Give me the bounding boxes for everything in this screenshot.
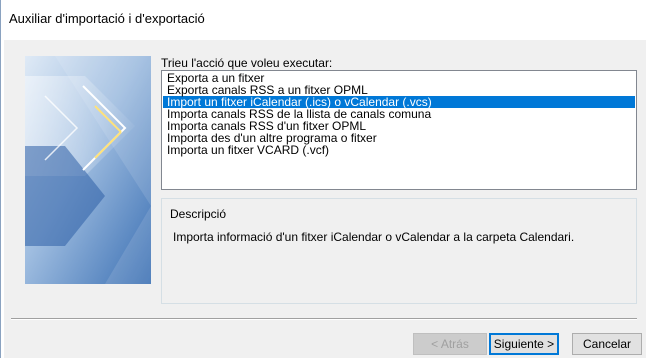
cancel-button[interactable]: Cancelar bbox=[572, 333, 642, 355]
description-title: Descripció bbox=[170, 207, 227, 221]
list-item[interactable]: Importa un fitxer VCARD (.vcf) bbox=[163, 144, 635, 156]
window-left-edge bbox=[1, 0, 4, 358]
wizard-graphic bbox=[25, 56, 151, 284]
description-group: Descripció Importa informació d'un fitxe… bbox=[161, 198, 637, 304]
title-bar[interactable]: Auxiliar d'importació i d'exportació bbox=[1, 0, 646, 40]
action-prompt-label: Trieu l'acció que voleu executar: bbox=[161, 56, 333, 70]
next-button[interactable]: Siguiente > bbox=[489, 333, 559, 355]
window-title: Auxiliar d'importació i d'exportació bbox=[9, 11, 205, 26]
import-export-wizard-dialog: Auxiliar d'importació i d'exportació Tri… bbox=[0, 0, 646, 358]
action-listbox[interactable]: Exporta a un fitxer Exporta canals RSS a… bbox=[161, 70, 637, 190]
description-text: Importa informació d'un fitxer iCalendar… bbox=[173, 230, 575, 244]
back-button[interactable]: < Atrás bbox=[413, 333, 487, 355]
footer-divider-highlight bbox=[11, 319, 637, 320]
